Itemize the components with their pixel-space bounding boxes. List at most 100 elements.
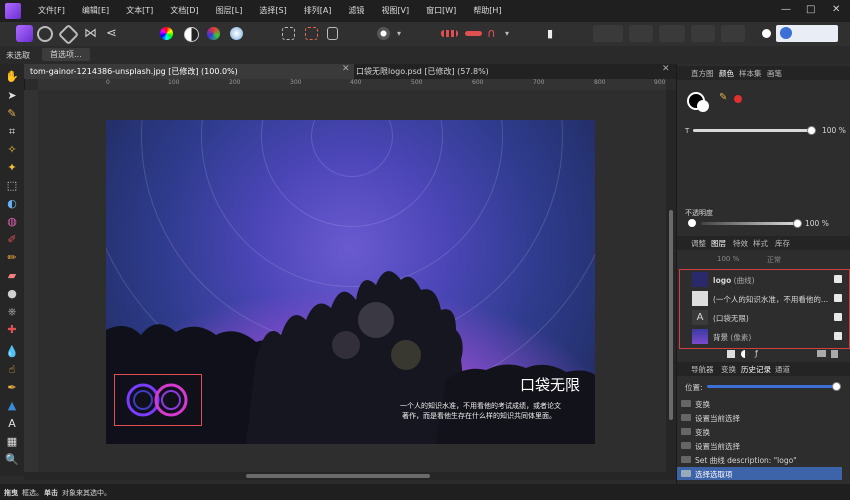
paint-brush-icon[interactable]: ✐	[5, 233, 19, 247]
clone-brush-icon[interactable]: ⎈	[5, 305, 19, 319]
t-value[interactable]: 100 %	[822, 126, 846, 135]
tab-navigator[interactable]: 导航器	[691, 364, 714, 375]
menu-layer[interactable]: 图层[L]	[216, 5, 243, 16]
tab-layers[interactable]: 图层	[711, 238, 726, 249]
deselect-icon[interactable]	[305, 27, 318, 40]
preferences-button[interactable]: 首选项...	[42, 48, 90, 61]
auto-levels-icon[interactable]	[160, 27, 173, 40]
quick-mask-icon[interactable]	[377, 27, 390, 40]
tab-brushes[interactable]: 画笔	[767, 68, 782, 79]
fx-icon[interactable]: ƒ	[755, 350, 758, 358]
selection-brush-icon[interactable]: ✧	[5, 143, 19, 157]
tab-history[interactable]: 历史记录	[741, 364, 771, 375]
guides-icon[interactable]	[465, 31, 482, 36]
app-logo-icon[interactable]	[5, 3, 21, 19]
horizontal-scrollbar[interactable]	[24, 472, 676, 480]
menu-select[interactable]: 选择[S]	[259, 5, 286, 16]
auto-contrast-icon[interactable]	[184, 27, 199, 42]
t-slider[interactable]	[693, 129, 811, 132]
text-tool-icon[interactable]: A	[5, 417, 19, 431]
menu-arrange[interactable]: 排列[A]	[304, 5, 332, 16]
layer-opacity[interactable]: 100 %	[717, 255, 739, 263]
menu-filter[interactable]: 滤镜	[348, 5, 364, 16]
logo-selection-box[interactable]	[114, 374, 202, 426]
menu-edit[interactable]: 编辑[E]	[82, 5, 109, 16]
zoom-tool-icon[interactable]: 🔍	[5, 453, 19, 467]
auto-colors-icon[interactable]	[207, 27, 220, 40]
liquify-persona-icon[interactable]	[37, 26, 53, 42]
history-slider-knob[interactable]	[832, 382, 842, 391]
menu-help[interactable]: 帮助[H]	[473, 5, 501, 16]
tab-histogram[interactable]: 直方图	[691, 68, 714, 79]
blend-mode-select[interactable]: 正常	[767, 255, 781, 265]
history-item-selected[interactable]: 选择选取项	[677, 467, 842, 480]
trash-icon[interactable]	[831, 350, 838, 358]
layer-row[interactable]: 背景 (像素)	[682, 328, 845, 345]
history-item[interactable]: 变换	[677, 425, 842, 438]
photo-persona-icon[interactable]	[16, 25, 33, 42]
menu-text[interactable]: 文本[T]	[126, 5, 153, 16]
opacity-slider[interactable]	[701, 222, 797, 225]
tone-mapping-persona-icon[interactable]: ⋈	[84, 25, 101, 42]
scrollbar-thumb[interactable]	[669, 210, 673, 420]
history-item[interactable]: Set 曲线 description: "logo"	[677, 453, 842, 466]
snapping-icon[interactable]	[441, 30, 458, 37]
secondary-color-swatch[interactable]	[697, 100, 709, 112]
layer-visibility-checkbox[interactable]	[834, 275, 842, 283]
tab-stock[interactable]: 库存	[775, 238, 790, 249]
history-item[interactable]: 设置当前选择	[677, 411, 842, 424]
snapping-options-icon[interactable]: ▾	[505, 25, 522, 42]
erase-brush-icon[interactable]: ▰	[5, 269, 19, 283]
develop-persona-icon[interactable]	[57, 23, 80, 46]
menu-view[interactable]: 视图[V]	[381, 5, 409, 16]
cloud-sync-icon[interactable]	[776, 25, 838, 42]
export-persona-icon[interactable]: ⋖	[106, 25, 123, 42]
toggle-ui-icon[interactable]	[762, 29, 771, 38]
brush-icon[interactable]: ▮	[547, 25, 564, 42]
close-tab-icon[interactable]: ✕	[662, 64, 670, 74]
layer-visibility-checkbox[interactable]	[834, 332, 842, 340]
tab-swatches[interactable]: 样本集	[739, 68, 762, 79]
menu-document[interactable]: 文档[D]	[170, 5, 198, 16]
order-icon[interactable]	[659, 25, 685, 42]
tab-color[interactable]: 颜色	[719, 68, 734, 79]
gradient-tool-icon[interactable]: ◍	[5, 215, 19, 229]
vertical-scrollbar[interactable]	[666, 90, 676, 472]
flood-select-icon[interactable]: ✦	[5, 161, 19, 175]
opacity-value[interactable]: 100 %	[805, 219, 829, 228]
eyedropper-icon[interactable]: ✎	[719, 92, 727, 103]
layer-visibility-checkbox[interactable]	[834, 313, 842, 321]
history-item[interactable]: 设置当前选择	[677, 439, 842, 452]
layer-visibility-checkbox[interactable]	[834, 294, 842, 302]
tab-effects[interactable]: 特效	[733, 238, 748, 249]
tab-channels[interactable]: 通道	[775, 364, 790, 375]
tab-document-1[interactable]: tom-gainor-1214386-unsplash.jpg [已修改] (1…	[24, 64, 354, 79]
t-slider-knob[interactable]	[807, 126, 816, 135]
tab-document-2[interactable]: 口袋无限logo.psd [已修改] (57.8%)	[350, 64, 495, 79]
healing-brush-icon[interactable]: ✚	[5, 323, 19, 337]
adjustment-icon[interactable]	[741, 350, 749, 358]
layer-row[interactable]: logo (曲线)	[682, 271, 845, 288]
flood-fill-icon[interactable]: ◐	[5, 197, 19, 211]
assistant-icon[interactable]	[593, 25, 623, 42]
minimize-button[interactable]: —	[781, 4, 791, 15]
folder-icon[interactable]	[817, 350, 826, 357]
view-tool-icon[interactable]: ✋	[5, 70, 19, 84]
blur-brush-icon[interactable]: 💧	[5, 345, 19, 359]
tab-styles[interactable]: 样式	[753, 238, 768, 249]
tab-transform[interactable]: 变换	[721, 364, 736, 375]
crop-tool-icon[interactable]: ⌗	[5, 125, 19, 139]
smudge-brush-icon[interactable]: ☝	[5, 363, 19, 377]
menu-file[interactable]: 文件[F]	[38, 5, 65, 16]
maximize-button[interactable]: □	[806, 4, 815, 15]
history-position-slider[interactable]	[707, 385, 839, 388]
history-item[interactable]: 变换	[677, 397, 842, 410]
mask-icon[interactable]	[727, 350, 735, 358]
marquee-tool-icon[interactable]: ⬚	[5, 179, 19, 193]
color-picker-icon[interactable]: ✎	[5, 107, 19, 121]
auto-white-balance-icon[interactable]	[230, 27, 243, 40]
layer-row[interactable]: A (口袋无限)	[682, 309, 845, 326]
photo-image[interactable]: 口袋无限 一个人的知识水准，不用看他的考试成绩，或者论文 著作，而是看他生存在什…	[106, 120, 595, 444]
shape-tool-icon[interactable]: ▲	[5, 399, 19, 413]
invert-selection-icon[interactable]	[327, 27, 338, 40]
